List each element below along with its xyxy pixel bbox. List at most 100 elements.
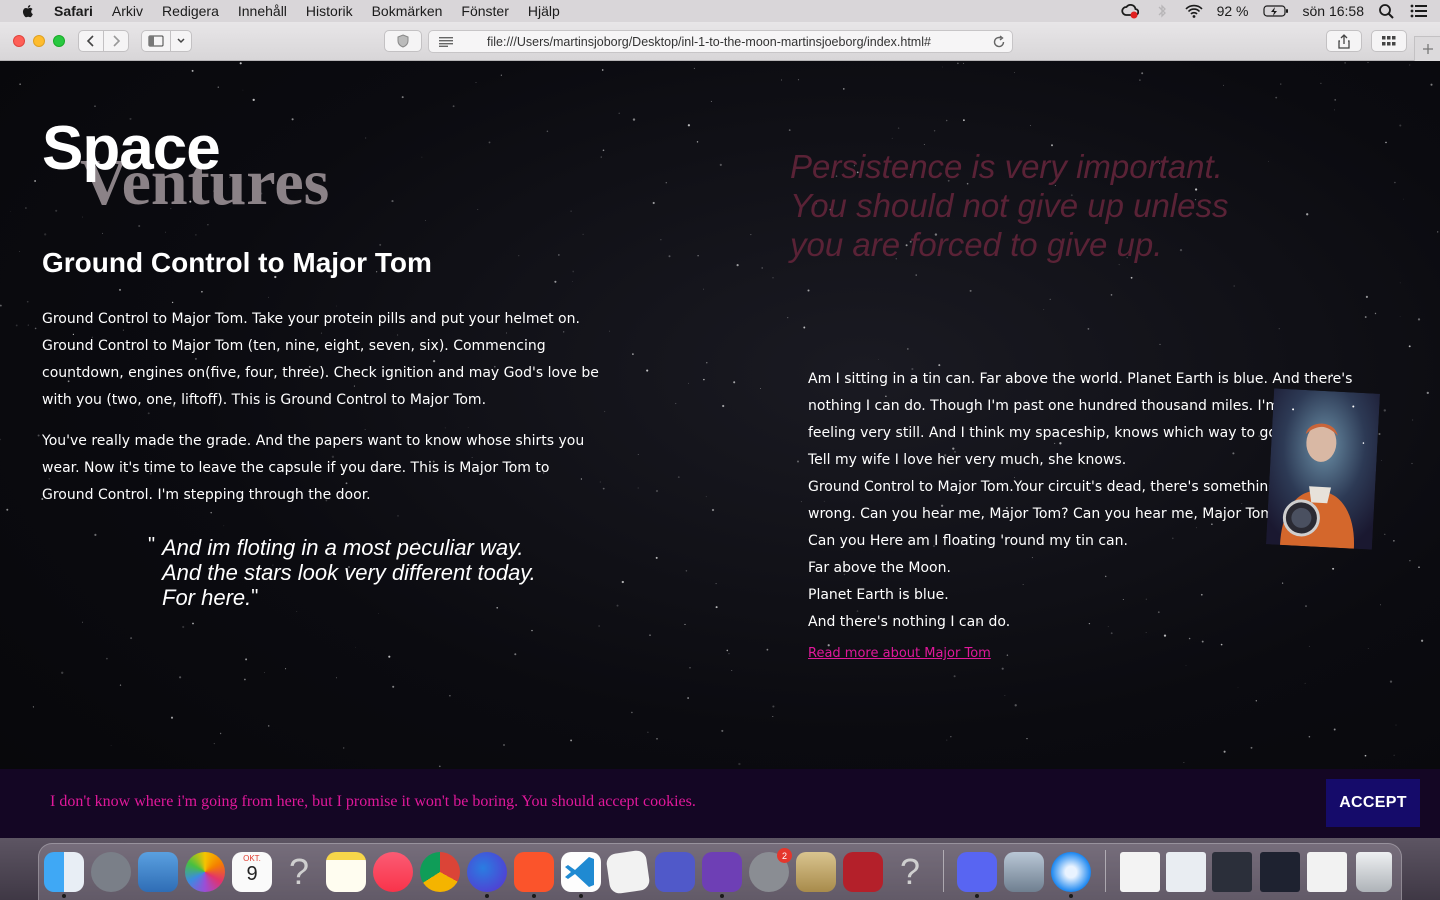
star [118, 288, 122, 291]
photo-booth-icon[interactable] [843, 852, 883, 892]
privacy-report-button[interactable] [384, 30, 422, 52]
star [110, 745, 112, 746]
menubar-clock[interactable]: sön 16:58 [1303, 3, 1365, 19]
star [1201, 640, 1204, 643]
running-indicator [485, 894, 489, 898]
star [518, 255, 520, 257]
menu-fonster[interactable]: Fönster [461, 3, 508, 19]
teams-icon[interactable] [655, 852, 695, 892]
star [239, 62, 242, 65]
dock-separator [1105, 850, 1106, 892]
star [106, 657, 108, 660]
star [705, 496, 707, 498]
firefox-icon[interactable] [467, 852, 507, 892]
sidebar-toggle-button[interactable] [141, 30, 171, 52]
unknown-app-icon[interactable]: ? [279, 851, 319, 892]
url-text[interactable]: file:///Users/martinsjoborg/Desktop/inl-… [487, 35, 931, 49]
wifi-icon[interactable] [1184, 3, 1203, 19]
minimized-window-icon[interactable] [1260, 852, 1300, 892]
star [61, 671, 64, 674]
star [219, 732, 222, 735]
star [19, 83, 21, 85]
address-bar[interactable]: file:///Users/martinsjoborg/Desktop/inl-… [428, 30, 1013, 53]
unknown-app-icon[interactable]: ? [890, 851, 930, 892]
menu-redigera[interactable]: Redigera [162, 3, 219, 19]
back-button[interactable] [78, 30, 104, 52]
tab-menu-button[interactable] [170, 30, 192, 52]
safari-icon[interactable] [1051, 852, 1091, 892]
running-indicator [579, 894, 583, 898]
launchpad-icon[interactable] [91, 852, 131, 892]
close-window-button[interactable] [13, 35, 25, 47]
chrome-icon[interactable] [420, 852, 460, 892]
finder-icon[interactable] [44, 852, 84, 892]
image-capture-icon[interactable] [1004, 852, 1044, 892]
star [1141, 72, 1144, 75]
star [500, 74, 502, 76]
star [1393, 540, 1395, 542]
discord-icon[interactable] [957, 852, 997, 892]
star [1420, 639, 1424, 642]
star [807, 289, 810, 292]
notification-center-icon[interactable] [1410, 3, 1428, 19]
textedit-icon[interactable] [605, 849, 651, 895]
menu-historik[interactable]: Historik [306, 3, 353, 19]
new-tab-button[interactable] [1414, 36, 1440, 61]
minimize-window-button[interactable] [33, 35, 45, 47]
music-icon[interactable] [373, 852, 413, 892]
system-preferences-icon[interactable]: 2 [749, 848, 792, 892]
archive-utility-icon[interactable] [796, 852, 836, 892]
star [171, 301, 174, 304]
menu-arkiv[interactable]: Arkiv [112, 3, 143, 19]
second-paragraph: You've really made the grade. And the pa… [42, 433, 585, 503]
star [102, 232, 103, 234]
vscode-icon[interactable] [561, 852, 601, 892]
brave-icon[interactable] [514, 852, 554, 892]
star [668, 255, 671, 258]
apple-logo-icon[interactable] [20, 3, 36, 19]
star [1367, 648, 1369, 649]
reload-icon[interactable] [992, 35, 1006, 49]
tab-overview-button[interactable] [1371, 30, 1407, 52]
menu-hjalp[interactable]: Hjälp [528, 3, 560, 19]
star [1399, 316, 1401, 317]
notes-icon[interactable] [326, 852, 366, 892]
accept-cookies-button[interactable]: ACCEPT [1326, 779, 1420, 827]
menu-bokmarken[interactable]: Bokmärken [372, 3, 443, 19]
spotlight-search-icon[interactable] [1378, 3, 1396, 19]
battery-percentage: 92 % [1216, 3, 1249, 19]
creative-cloud-icon[interactable] [1120, 3, 1139, 19]
star [378, 613, 379, 614]
star [1308, 645, 1310, 647]
star [731, 669, 733, 671]
star [1320, 82, 1322, 85]
forward-button[interactable] [103, 30, 129, 52]
documents-folder-icon[interactable] [1120, 852, 1160, 892]
running-indicator [532, 894, 536, 898]
share-button[interactable] [1326, 30, 1362, 52]
star [531, 629, 533, 632]
star [772, 277, 774, 279]
minimized-window-icon[interactable] [1212, 852, 1252, 892]
menu-safari[interactable]: Safari [54, 3, 93, 19]
calendar-icon[interactable]: OKT. 9 [232, 852, 272, 892]
photos-icon[interactable] [185, 852, 225, 892]
github-desktop-icon[interactable] [702, 852, 742, 892]
fullscreen-window-button[interactable] [53, 35, 65, 47]
battery-charging-icon[interactable] [1262, 3, 1289, 19]
star [632, 118, 636, 121]
preview-icon[interactable] [138, 852, 178, 892]
bluetooth-icon[interactable] [1153, 3, 1171, 19]
star [1308, 735, 1311, 738]
menu-innehall[interactable]: Innehåll [238, 3, 287, 19]
minimized-window-icon[interactable] [1307, 852, 1347, 892]
star [558, 254, 560, 256]
trash-icon[interactable] [1356, 852, 1392, 892]
lyric-line: Far above the Moon. [808, 560, 951, 576]
minimized-window-icon[interactable] [1166, 852, 1206, 892]
reader-view-icon[interactable] [439, 37, 453, 47]
star [1275, 96, 1278, 99]
star [675, 402, 677, 405]
star [646, 369, 649, 372]
read-more-link[interactable]: Read more about Major Tom [808, 646, 991, 661]
